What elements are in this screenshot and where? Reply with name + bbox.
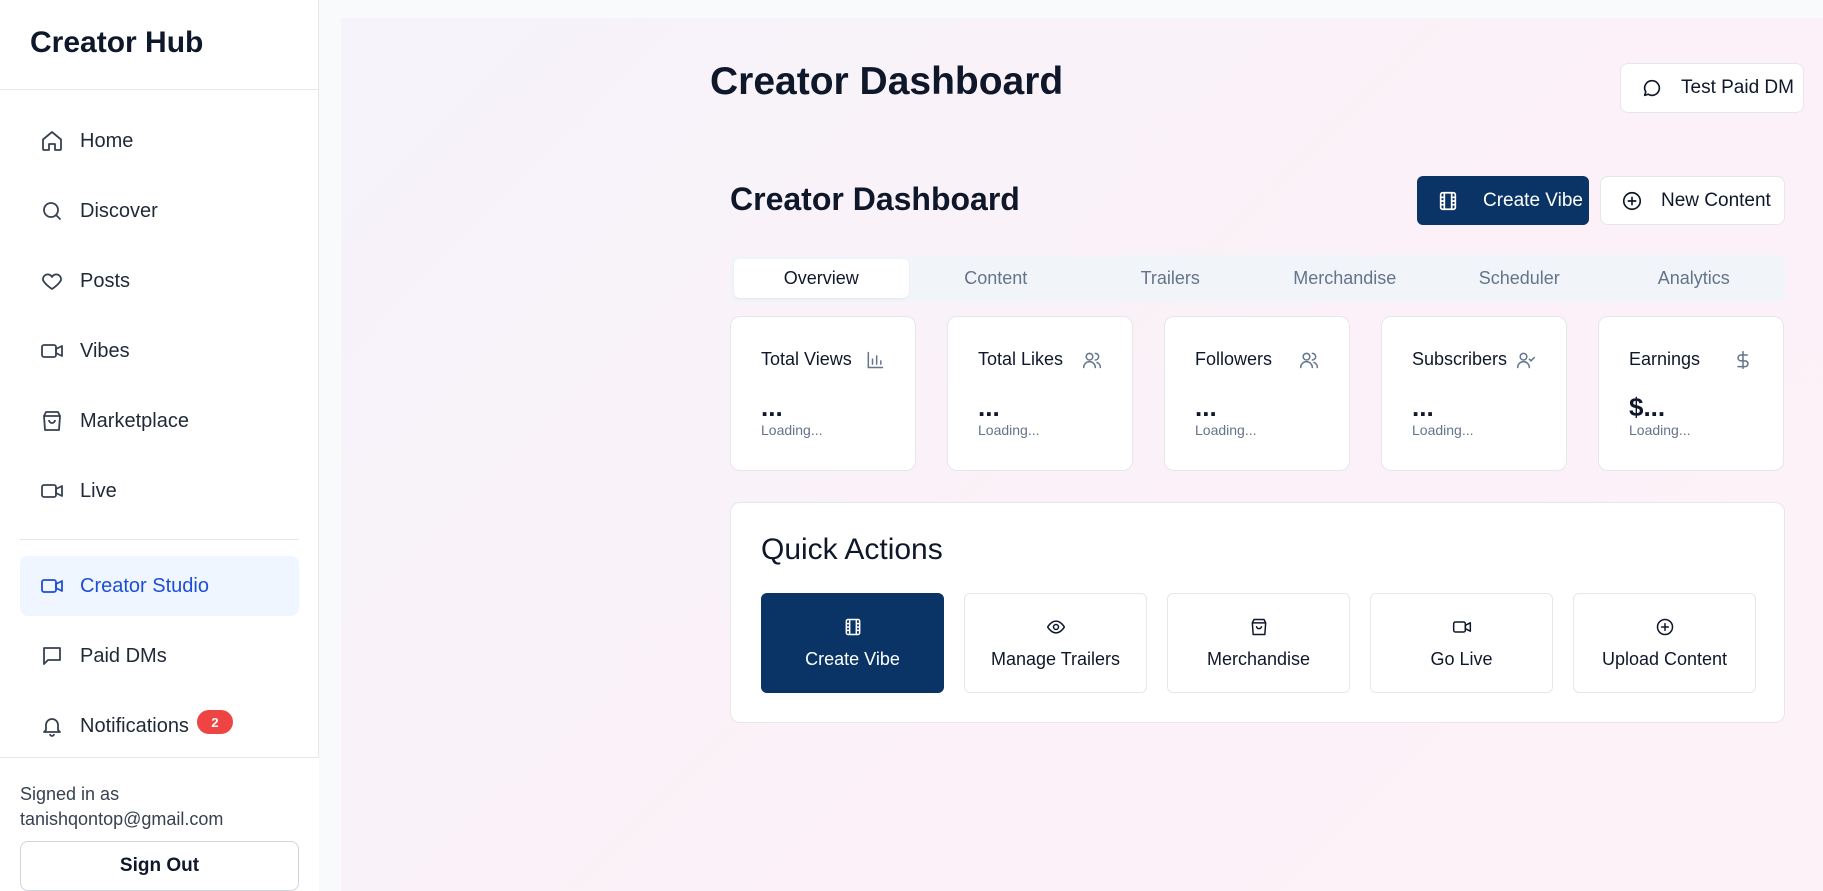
heart-icon (40, 269, 64, 293)
stat-status: Loading... (1629, 422, 1691, 438)
dashboard-tabs: Overview Content Trailers Merchandise Sc… (730, 255, 1785, 302)
sign-out-button[interactable]: Sign Out (20, 841, 299, 891)
test-paid-dm-label: Test Paid DM (1681, 77, 1794, 98)
stat-status: Loading... (978, 422, 1040, 438)
stat-card-subscribers: Subscribers ... Loading... (1381, 316, 1567, 471)
quick-actions-title: Quick Actions (761, 533, 943, 566)
plus-circle-icon (1655, 617, 1675, 637)
quick-action-label: Create Vibe (805, 648, 900, 669)
quick-action-label: Manage Trailers (990, 648, 1121, 669)
stat-status: Loading... (761, 422, 823, 438)
signed-in-label: Signed in as (20, 784, 120, 804)
dashboard-title: Creator Dashboard (730, 181, 1020, 217)
go-live-button[interactable]: Go Live (1370, 593, 1553, 693)
upload-content-button[interactable]: Upload Content (1573, 593, 1756, 693)
new-content-label: New Content (1661, 189, 1771, 211)
sidebar-item-label: Home (80, 129, 134, 152)
sidebar-item-label: Posts (80, 269, 131, 292)
stat-value: $... (1629, 392, 1666, 422)
bar-chart-icon (865, 350, 885, 370)
video-icon (40, 479, 64, 503)
users-icon (1082, 350, 1102, 370)
stat-label: Followers (1195, 349, 1273, 369)
sidebar-item-marketplace[interactable]: Marketplace (20, 391, 299, 451)
quick-actions-card: Quick Actions Create Vibe Manage Trailer… (730, 502, 1785, 723)
sidebar-nav: Home Discover Posts Vibes Marketplace Li… (20, 111, 299, 766)
stat-value: ... (1412, 392, 1434, 422)
tab-scheduler[interactable]: Scheduler (1432, 259, 1607, 298)
shopping-bag-icon (40, 409, 64, 433)
create-vibe-button[interactable]: Create Vibe (1417, 176, 1589, 225)
new-content-button[interactable]: New Content (1600, 176, 1785, 225)
quick-action-label: Upload Content (1601, 648, 1728, 669)
sidebar-item-paid-dms[interactable]: Paid DMs (20, 626, 299, 686)
sidebar-item-label: Marketplace (80, 409, 189, 432)
sidebar-item-live[interactable]: Live (20, 461, 299, 521)
quick-action-label: Go Live (1430, 648, 1493, 669)
stat-label: Total Views (761, 349, 852, 369)
film-icon (843, 617, 863, 637)
bell-icon (40, 714, 64, 738)
notification-badge: 2 (196, 710, 233, 734)
home-icon (40, 129, 64, 153)
user-email: tanishqontop@gmail.com (20, 809, 224, 829)
eye-icon (1046, 617, 1066, 637)
stat-value: ... (1195, 392, 1217, 422)
stat-card-total-views: Total Views ... Loading... (730, 316, 916, 471)
plus-circle-icon (1621, 190, 1643, 212)
sidebar-item-creator-studio[interactable]: Creator Studio (20, 556, 299, 616)
stat-card-earnings: Earnings $... Loading... (1598, 316, 1784, 471)
manage-trailers-button[interactable]: Manage Trailers (964, 593, 1147, 693)
stat-card-total-likes: Total Likes ... Loading... (947, 316, 1133, 471)
tab-overview[interactable]: Overview (734, 259, 909, 298)
tab-trailers[interactable]: Trailers (1083, 259, 1258, 298)
sidebar-item-home[interactable]: Home (20, 111, 299, 171)
sidebar-item-notifications[interactable]: Notifications 2 (20, 696, 299, 756)
film-icon (1437, 190, 1459, 212)
stat-value: ... (978, 392, 1000, 422)
search-icon (40, 199, 64, 223)
stat-status: Loading... (1412, 422, 1474, 438)
tab-content[interactable]: Content (909, 259, 1084, 298)
quick-create-vibe-button[interactable]: Create Vibe (761, 593, 944, 693)
video-icon (40, 574, 64, 598)
message-square-icon (40, 644, 64, 668)
sidebar-item-vibes[interactable]: Vibes (20, 321, 299, 381)
video-icon (40, 339, 64, 363)
stat-card-followers: Followers ... Loading... (1164, 316, 1350, 471)
tab-analytics[interactable]: Analytics (1607, 259, 1782, 298)
tab-merchandise[interactable]: Merchandise (1258, 259, 1433, 298)
stat-value: ... (761, 392, 783, 422)
create-vibe-label: Create Vibe (1483, 189, 1583, 211)
shopping-bag-icon (1249, 617, 1269, 637)
test-paid-dm-button[interactable]: Test Paid DM (1620, 63, 1804, 113)
stat-status: Loading... (1195, 422, 1257, 438)
sidebar-item-discover[interactable]: Discover (20, 181, 299, 241)
user-check-icon (1516, 350, 1536, 370)
sidebar-item-label: Paid DMs (80, 644, 167, 667)
stat-label: Total Likes (978, 349, 1064, 369)
message-circle-icon (1641, 77, 1663, 99)
sidebar-item-label: Creator Studio (80, 574, 209, 597)
page-title: Creator Dashboard (710, 60, 1064, 103)
quick-action-label: Merchandise (1206, 648, 1311, 669)
sidebar-item-label: Notifications (80, 714, 189, 737)
merchandise-button[interactable]: Merchandise (1167, 593, 1350, 693)
sidebar: Creator Hub Home Discover Posts Vibes Ma… (0, 0, 319, 891)
nav-divider (20, 539, 299, 540)
users-icon (1299, 350, 1319, 370)
stat-label: Earnings (1629, 349, 1701, 369)
sidebar-item-label: Live (80, 479, 117, 502)
sidebar-item-posts[interactable]: Posts (20, 251, 299, 311)
video-icon (1452, 617, 1472, 637)
dollar-icon (1733, 350, 1753, 370)
sidebar-item-label: Vibes (80, 339, 130, 362)
brand-title: Creator Hub (0, 0, 318, 90)
sidebar-footer: Signed in as tanishqontop@gmail.com Sign… (0, 757, 319, 891)
sidebar-item-label: Discover (80, 199, 158, 222)
stat-label: Subscribers (1412, 349, 1508, 369)
